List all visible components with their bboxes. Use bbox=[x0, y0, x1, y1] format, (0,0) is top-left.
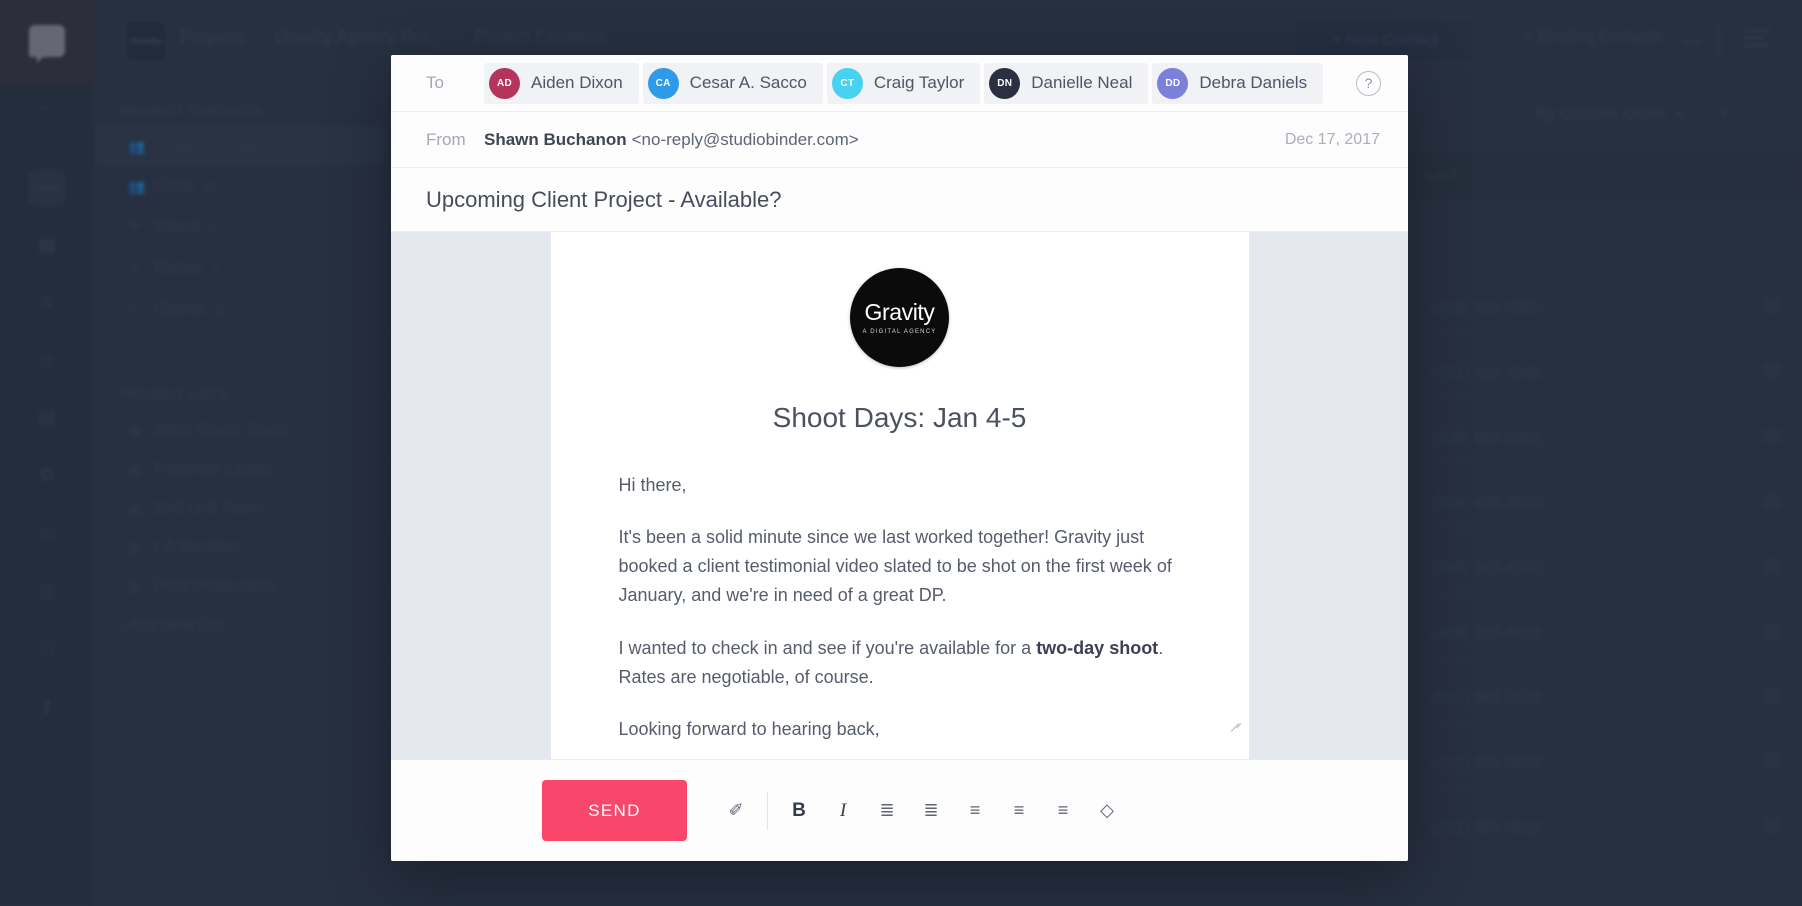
to-field-row: To AD Aiden Dixon CA Cesar A. Sacco CT C… bbox=[391, 55, 1408, 112]
bullet-list-icon[interactable]: ≣ bbox=[909, 787, 953, 835]
recipient-name: Aiden Dixon bbox=[531, 73, 623, 92]
avatar: DD bbox=[1157, 67, 1189, 99]
clear-format-icon[interactable]: ◇ bbox=[1085, 787, 1129, 835]
toolbar-divider bbox=[767, 791, 768, 830]
italic-icon[interactable]: I bbox=[821, 787, 865, 835]
recipient-chip[interactable]: AD Aiden Dixon bbox=[484, 62, 639, 104]
recipient-chip[interactable]: DN Danielle Neal bbox=[984, 62, 1149, 104]
resize-handle-icon[interactable] bbox=[1227, 713, 1241, 732]
from-sender-block: Shawn Buchanon <no-reply@studiobinder.com… bbox=[484, 130, 859, 150]
recipient-chip[interactable]: CT Craig Taylor bbox=[826, 62, 981, 104]
para2-before: I wanted to check in and see if you're a… bbox=[618, 637, 1037, 658]
format-toolbar: ✐ B I ≣ ≣ ≡ ≡ ≡ ◇ bbox=[714, 787, 1129, 835]
email-closing: Looking forward to hearing back, bbox=[618, 718, 880, 739]
email-body-area: Gravity A DIGITAL AGENCY Shoot Days: Jan… bbox=[391, 232, 1408, 759]
from-label: From bbox=[426, 129, 466, 149]
recipient-chip[interactable]: DD Debra Daniels bbox=[1152, 62, 1324, 104]
attach-icon[interactable]: ✐ bbox=[714, 787, 758, 835]
email-greeting: Hi there, bbox=[618, 475, 687, 495]
compose-footer: SEND ✐ B I ≣ ≣ ≡ ≡ ≡ ◇ bbox=[391, 759, 1408, 861]
email-paragraph-1: It's been a solid minute since we last w… bbox=[618, 527, 1172, 606]
from-sender-email: <no-reply@studiobinder.com> bbox=[631, 129, 859, 149]
email-heading: Shoot Days: Jan 4-5 bbox=[772, 402, 1027, 433]
para2-bold: two-day shoot bbox=[1036, 637, 1159, 658]
bold-icon[interactable]: B bbox=[777, 787, 821, 835]
recipient-name: Debra Daniels bbox=[1199, 73, 1308, 92]
help-icon[interactable]: ? bbox=[1356, 70, 1381, 96]
avatar: CT bbox=[831, 67, 863, 99]
align-right-icon[interactable]: ≡ bbox=[1041, 787, 1085, 835]
subject-field-row[interactable]: Upcoming Client Project - Available? bbox=[391, 168, 1408, 232]
recipient-name: Danielle Neal bbox=[1031, 73, 1133, 92]
email-paragraph-2: I wanted to check in and see if you're a… bbox=[619, 634, 1181, 692]
recipient-name: Cesar A. Sacco bbox=[689, 73, 807, 92]
recipient-chips[interactable]: AD Aiden Dixon CA Cesar A. Sacco CT Crai… bbox=[484, 62, 1340, 104]
avatar: AD bbox=[489, 67, 520, 99]
gravity-logo-icon: Gravity A DIGITAL AGENCY bbox=[850, 268, 949, 367]
avatar: DN bbox=[989, 67, 1021, 99]
ordered-list-icon[interactable]: ≣ bbox=[865, 787, 909, 835]
email-date: Dec 17, 2017 bbox=[1284, 130, 1380, 148]
from-field-row: From Shawn Buchanon <no-reply@studiobinde… bbox=[391, 112, 1408, 168]
logo-wrap: Gravity A DIGITAL AGENCY bbox=[551, 268, 1249, 367]
email-body-text[interactable]: Hi there, It's been a solid minute since… bbox=[619, 471, 1181, 759]
send-button[interactable]: SEND bbox=[542, 780, 687, 841]
recipient-chip[interactable]: CA Cesar A. Sacco bbox=[642, 62, 823, 104]
subject-input[interactable]: Upcoming Client Project - Available? bbox=[426, 187, 781, 213]
logo-tagline: A DIGITAL AGENCY bbox=[862, 328, 937, 335]
avatar: CA bbox=[647, 67, 679, 99]
align-left-icon[interactable]: ≡ bbox=[953, 787, 997, 835]
email-sheet[interactable]: Gravity A DIGITAL AGENCY Shoot Days: Jan… bbox=[550, 232, 1249, 759]
recipient-name: Craig Taylor bbox=[873, 73, 965, 92]
to-label: To bbox=[426, 73, 444, 92]
logo-word: Gravity bbox=[864, 298, 935, 325]
compose-email-modal: To AD Aiden Dixon CA Cesar A. Sacco CT C… bbox=[391, 55, 1408, 861]
from-sender-name: Shawn Buchanon bbox=[484, 129, 627, 149]
align-center-icon[interactable]: ≡ bbox=[997, 787, 1041, 835]
